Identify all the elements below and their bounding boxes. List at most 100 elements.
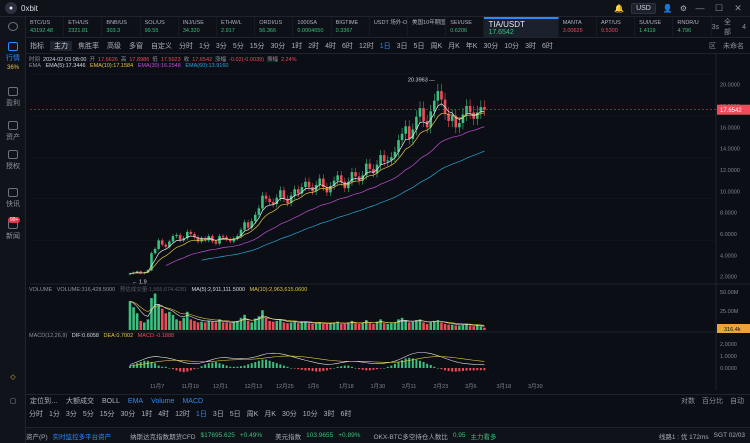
- period-5[interactable]: 30分: [268, 41, 289, 51]
- price-chart[interactable]: 20.000018.000016.000014.000012.000010.00…: [26, 54, 750, 390]
- ticker-0[interactable]: BTC/US 43192.48: [26, 17, 65, 37]
- sidebar-item-news-flash[interactable]: 快讯: [0, 188, 26, 209]
- period-17[interactable]: 30分: [480, 41, 501, 51]
- bottom-period-2[interactable]: 3分: [63, 409, 80, 419]
- indicator-5[interactable]: MACD: [178, 398, 207, 405]
- macd-bar: [225, 365, 228, 368]
- filter-all[interactable]: 全部: [724, 17, 737, 37]
- bottom-period-15[interactable]: 10分: [300, 409, 321, 419]
- sidebar-item-assets[interactable]: 资产: [0, 121, 26, 142]
- scale-option-1[interactable]: 百分比: [702, 396, 723, 406]
- maximize-button[interactable]: ☐: [713, 3, 725, 14]
- chart-area[interactable]: 时间 2024-02-03 08:00 开 17.6626 高 17.8986 低 17.50…: [26, 54, 750, 390]
- period-16[interactable]: 年K: [463, 41, 481, 51]
- ticker-15[interactable]: SUI/USE 1.4119: [635, 17, 674, 37]
- period-20[interactable]: 6时: [539, 41, 556, 51]
- bottom-period-10[interactable]: 3日: [210, 409, 227, 419]
- ticker-2[interactable]: BNB/US 303.3: [102, 17, 141, 37]
- period-0[interactable]: 分时: [176, 41, 196, 51]
- toolbar-item-5[interactable]: 自定义: [147, 41, 176, 51]
- bottom-period-11[interactable]: 5日: [227, 409, 244, 419]
- bottom-period-3[interactable]: 5分: [80, 409, 97, 419]
- minimize-button[interactable]: —: [694, 3, 706, 13]
- toolbar-item-0[interactable]: 指标: [26, 41, 48, 51]
- period-15[interactable]: 月K: [445, 41, 463, 51]
- bottom-period-14[interactable]: 30分: [279, 409, 300, 419]
- crown-icon[interactable]: ◇: [0, 373, 26, 381]
- ticker-1[interactable]: ETH/US 2321.81: [64, 17, 103, 37]
- ticker-6[interactable]: ORDI/US 56.366: [255, 17, 294, 37]
- ticker-10[interactable]: 美国10年期国债收: [408, 17, 447, 37]
- period-6[interactable]: 1时: [288, 41, 305, 51]
- bottom-period-8[interactable]: 12时: [172, 409, 193, 419]
- period-13[interactable]: 5日: [411, 41, 428, 51]
- period-12[interactable]: 3日: [394, 41, 411, 51]
- period-10[interactable]: 12时: [356, 41, 377, 51]
- ticker-4[interactable]: INJ/USE 34.320: [179, 17, 218, 37]
- indicator-0[interactable]: 定位到…: [26, 396, 62, 406]
- bottom-period-12[interactable]: 周K: [244, 409, 262, 419]
- bottom-period-17[interactable]: 6时: [337, 409, 354, 419]
- indicator-4[interactable]: Volume: [147, 398, 178, 405]
- bell-icon[interactable]: 🔔: [614, 4, 624, 13]
- period-3[interactable]: 5分: [230, 41, 247, 51]
- toolbar-item-2[interactable]: 焦胜率: [74, 41, 103, 51]
- ticker-11[interactable]: SEI/USE 0.6206: [446, 17, 485, 37]
- sidebar-item-market[interactable]: 行情: [0, 42, 26, 63]
- indicator-3[interactable]: EMA: [124, 398, 147, 405]
- user-icon[interactable]: 👤: [663, 4, 673, 13]
- bottom-period-6[interactable]: 1时: [138, 409, 155, 419]
- scale-option-2[interactable]: 自动: [730, 396, 744, 406]
- ticker-5[interactable]: ETHW/L 2.917: [217, 17, 256, 37]
- toolbar-right-1[interactable]: 未命名: [723, 41, 744, 51]
- close-button[interactable]: ✕: [732, 3, 744, 14]
- settings-icon[interactable]: ⚙: [680, 4, 687, 13]
- bottom-period-7[interactable]: 4时: [155, 409, 172, 419]
- layout-level[interactable]: 4: [742, 24, 746, 31]
- indicator-1[interactable]: 大额成交: [62, 396, 98, 406]
- scale-option-0[interactable]: 对数: [681, 396, 695, 406]
- period-19[interactable]: 3时: [522, 41, 539, 51]
- sidebar-logo-icon[interactable]: [0, 22, 26, 33]
- toolbar-item-3[interactable]: 高级: [103, 41, 125, 51]
- period-14[interactable]: 周K: [427, 41, 445, 51]
- bottom-period-0[interactable]: 分时: [26, 409, 46, 419]
- toolbar-item-1[interactable]: 主力: [50, 40, 72, 51]
- candle-body: [386, 160, 390, 162]
- bottom-period-16[interactable]: 3时: [321, 409, 338, 419]
- ticker-9[interactable]: USDT 场外-OKX: [370, 17, 409, 37]
- chat-icon[interactable]: ▢: [0, 397, 26, 405]
- bottom-period-1[interactable]: 1分: [46, 409, 63, 419]
- ticker-8[interactable]: BIGTIME 0.3367: [332, 17, 370, 37]
- period-18[interactable]: 10分: [501, 41, 522, 51]
- toolbar-item-4[interactable]: 多窗: [125, 41, 147, 51]
- refresh-interval[interactable]: 3s: [712, 24, 719, 31]
- bottom-period-9[interactable]: 1日: [193, 409, 210, 419]
- ticker-12[interactable]: TIA/USDT 17.6542: [484, 17, 559, 37]
- period-11[interactable]: 1日: [377, 41, 394, 51]
- period-2[interactable]: 3分: [213, 41, 230, 51]
- sidebar-item-profit[interactable]: 盈利: [0, 87, 26, 108]
- macd-bar: [358, 368, 361, 370]
- bottom-period-13[interactable]: 月K: [261, 409, 279, 419]
- ticker-3[interactable]: SOL/US 99.55: [141, 17, 179, 37]
- sidebar-item-auth[interactable]: 授权: [0, 150, 26, 171]
- period-9[interactable]: 6时: [339, 41, 356, 51]
- period-1[interactable]: 1分: [196, 41, 213, 51]
- ticker-16[interactable]: RNDR/U 4.796: [673, 17, 712, 37]
- toolbar-right-0[interactable]: 区: [709, 41, 716, 51]
- ticker-7[interactable]: 1000SA 0.0004650: [293, 17, 332, 37]
- indicator-2[interactable]: BOLL: [98, 398, 124, 405]
- ticker-14[interactable]: APT/US 9.5300: [597, 17, 636, 37]
- line-status[interactable]: 线路1 : 优 172ms: [659, 431, 709, 441]
- currency-select[interactable]: USD: [631, 2, 656, 14]
- bottom-period-5[interactable]: 30分: [118, 409, 139, 419]
- period-8[interactable]: 4时: [322, 41, 339, 51]
- bottom-period-4[interactable]: 15分: [97, 409, 118, 419]
- period-7[interactable]: 2时: [305, 41, 322, 51]
- monitor-link[interactable]: 实时监控多平台资产: [53, 431, 112, 441]
- ticker-13[interactable]: MANTA 3.00625: [559, 17, 597, 37]
- asset-label[interactable]: 资产(P): [26, 431, 48, 441]
- period-4[interactable]: 15分: [247, 41, 268, 51]
- sidebar-item-news[interactable]: 99+ 新闻: [0, 217, 26, 241]
